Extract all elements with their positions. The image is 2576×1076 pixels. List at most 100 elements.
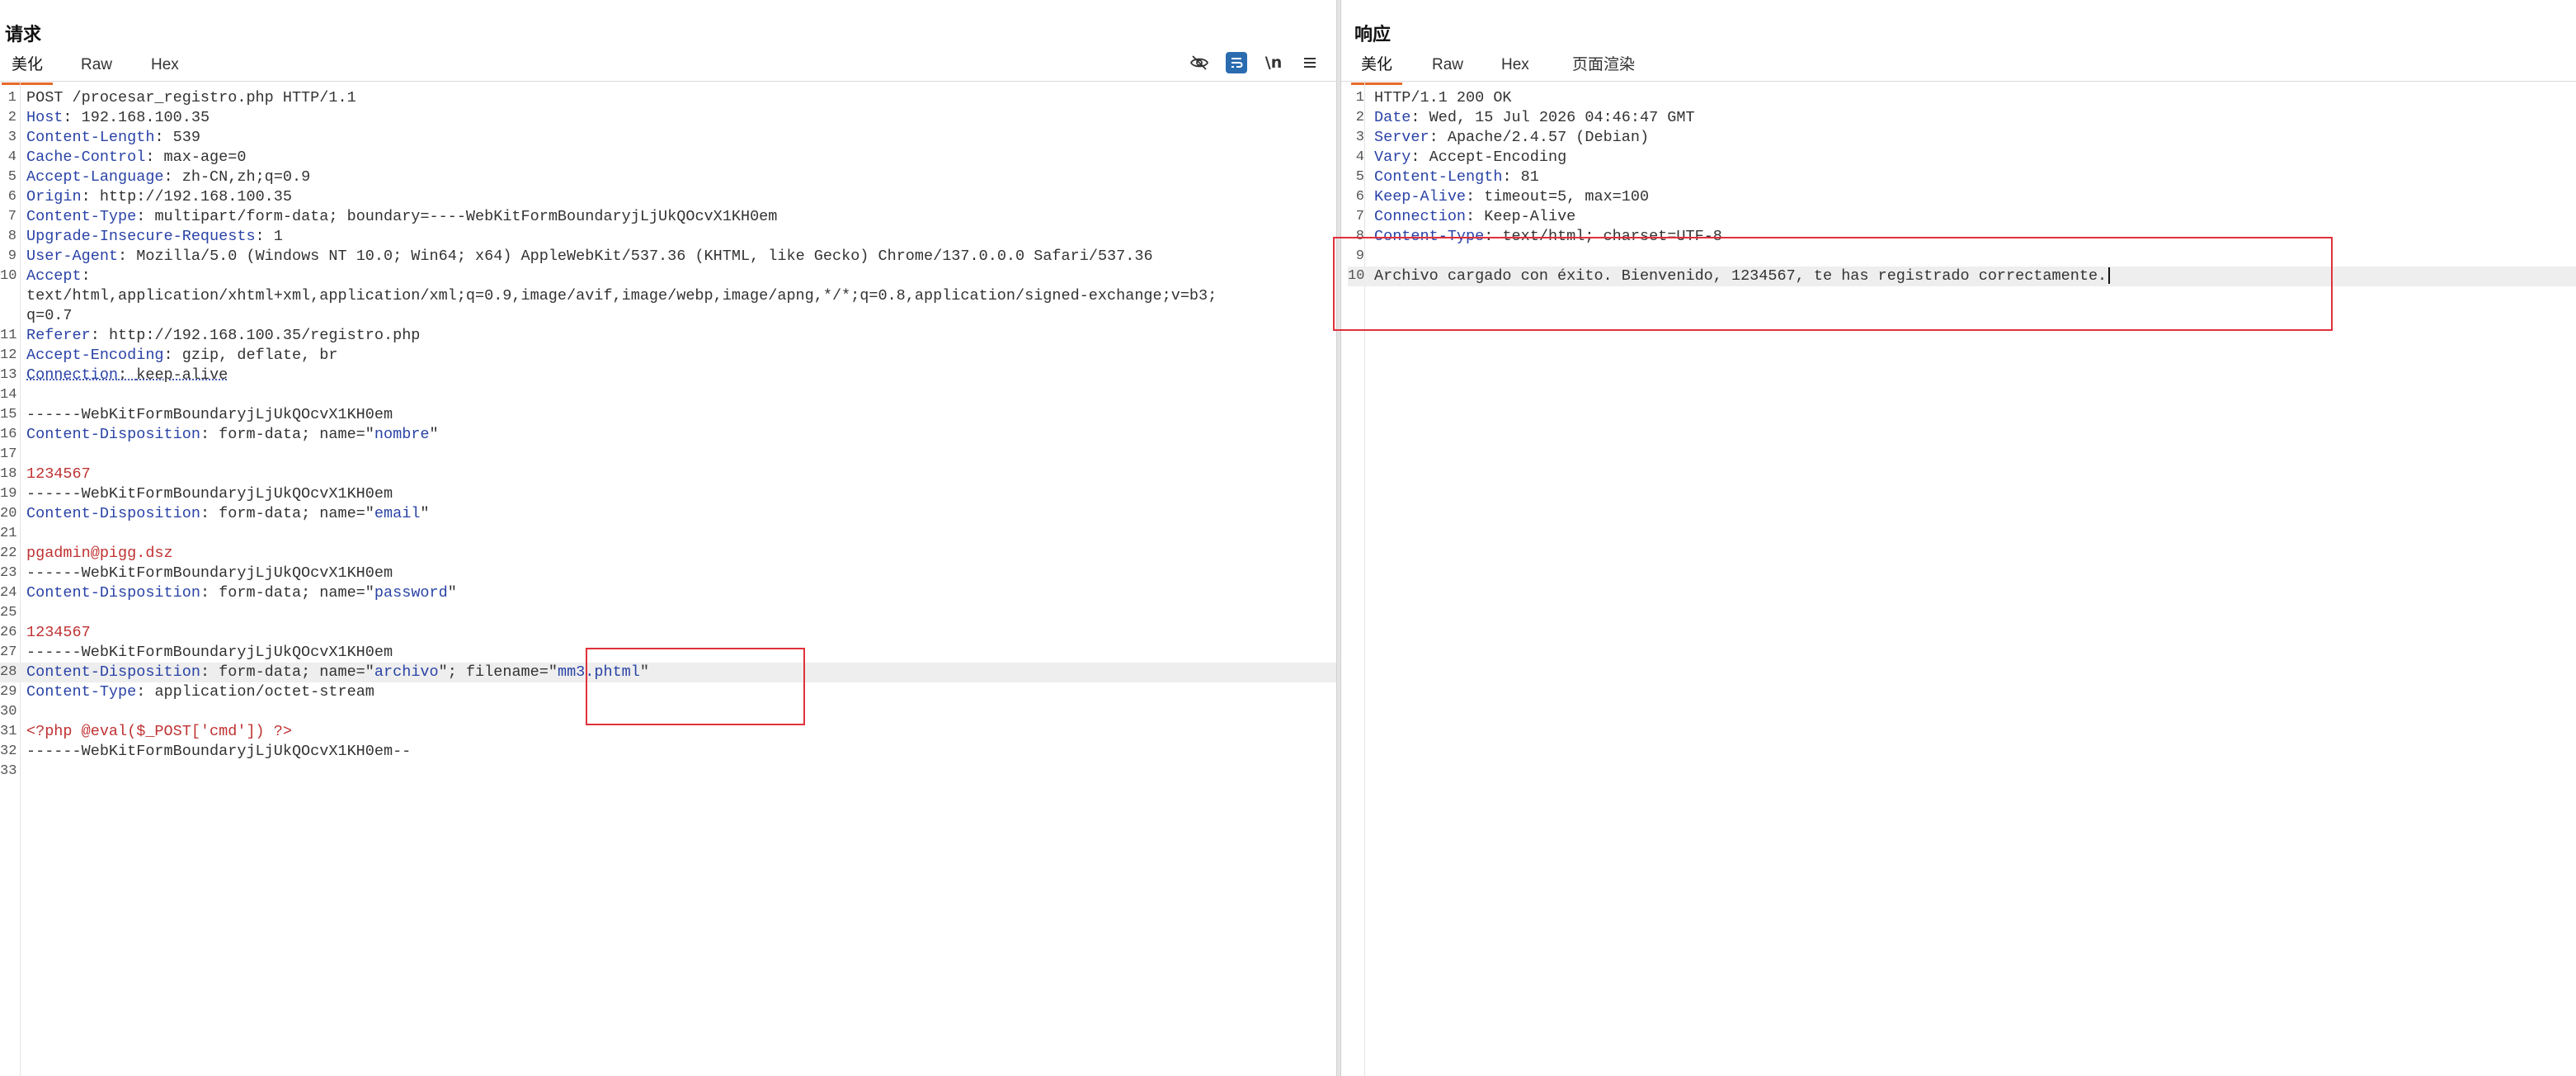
line-number: 20 [0,506,17,521]
request-line: 23 ------WebKitFormBoundaryjLjUkQOcvX1KH0… [0,564,1336,583]
line-number: 33 [0,763,17,779]
header-name: Content-Disposition [26,584,200,602]
header-name: Content-Type [26,683,137,701]
header-name: Accept-Encoding [26,347,164,364]
response-tabs: 美化 Raw Hex 页面渲染 [1341,51,2576,85]
header-name: Connection [1374,208,1467,225]
line-text: 1234567 [26,623,91,643]
request-line: q=0.7 [0,306,1336,326]
line-number: 6 [1355,189,1364,205]
header-value: Apache/2.4.57 (Debian) [1447,129,1650,146]
request-line: 17 [0,445,1336,465]
line-number: 1 [1355,90,1364,106]
line-text: Connection: keep-alive [26,366,228,384]
line-text: ------WebKitFormBoundaryjLjUkQOcvX1KH0em [26,564,393,583]
header-value: Wed, 15 Jul 2026 04:46:47 GMT [1429,109,1695,126]
header-name: Server [1374,129,1429,146]
line-text: 1234567 [26,465,91,484]
request-tab-pretty[interactable]: 美化 [2,54,54,85]
response-tab-render[interactable]: 页面渲染 [1562,54,1645,83]
line-number: 28 [0,664,17,680]
request-line: 4 Cache-Control: max-age=0 [0,148,1336,168]
plain-text: ------WebKitFormBoundaryjLjUkQOcvX1KH0em [26,564,393,582]
field-name: archivo [374,663,439,681]
line-text: Accept-Encoding: gzip, deflate, br [26,347,338,364]
line-text: Content-Disposition: form-data; name="pa… [26,584,457,602]
line-text: Content-Length: 81 [1374,168,1539,186]
line-number: 4 [7,149,16,165]
filename-highlight-box [586,648,805,725]
header-value: Mozilla/5.0 (Windows NT 10.0; Win64; x64… [136,248,1153,265]
menu-icon[interactable] [1298,51,1321,74]
response-editor[interactable]: 1 HTTP/1.1 200 OK 2 Date: Wed, 15 Jul 2026 … [1341,82,2576,1076]
plain-text: HTTP/1.1 200 OK [1374,89,1512,106]
request-line: 25 [0,603,1336,623]
line-number: 29 [0,684,17,700]
plain-text: POST /procesar_registro.php HTTP/1.1 [26,89,356,106]
request-tabs: 美化 Raw Hex [0,51,1336,85]
request-tab-raw[interactable]: Raw [71,54,122,83]
request-line: 24 Content-Disposition: form-data; name="… [0,583,1336,603]
line-number: 24 [0,585,17,601]
header-name: Vary [1374,149,1411,166]
header-name: Connection [26,366,119,384]
header-value: http://192.168.100.35 [99,188,292,205]
response-line: 3 Server: Apache/2.4.57 (Debian) [1348,128,2576,148]
body-value: 1234567 [26,624,91,641]
line-text: Upgrade-Insecure-Requests: 1 [26,228,283,245]
plain-text: ------WebKitFormBoundaryjLjUkQOcvX1KH0em [26,406,393,423]
request-line: 15 ------WebKitFormBoundaryjLjUkQOcvX1KH0… [0,405,1336,425]
header-value: 1 [273,228,283,245]
request-editor[interactable]: 1 POST /procesar_registro.php HTTP/1.1 2 Ho… [0,82,1336,1076]
header-name: Accept-Language [26,168,164,186]
line-text: ------WebKitFormBoundaryjLjUkQOcvX1KH0em… [26,742,411,762]
eye-slash-icon[interactable] [1188,51,1211,74]
line-number: 2 [1355,110,1364,125]
header-value: form-data; name= [219,584,365,602]
header-name: Content-Disposition [26,426,200,443]
request-line: 33 [0,762,1336,781]
response-tab-pretty[interactable]: 美化 [1351,54,1403,85]
request-line: 7 Content-Type: multipart/form-data; boun… [0,207,1336,227]
line-text: Content-Type: multipart/form-data; bound… [26,208,778,225]
header-value: http://192.168.100.35/registro.php [108,327,421,344]
header-name: Accept [26,267,82,285]
header-value: timeout=5, max=100 [1484,188,1650,205]
header-name: Content-Disposition [26,505,200,522]
request-tab-hex[interactable]: Hex [141,54,189,83]
header-value: zh-CN,zh;q=0.9 [181,168,311,186]
line-number: 26 [0,625,17,640]
line-number: 16 [0,427,17,442]
line-number: 8 [7,229,16,244]
response-line: 7 Connection: Keep-Alive [1348,207,2576,227]
request-line: 14 [0,385,1336,405]
header-value: 539 [172,129,200,146]
line-text: pgadmin@pigg.dsz [26,544,173,564]
response-line: 2 Date: Wed, 15 Jul 2026 04:46:47 GMT [1348,108,2576,128]
header-name: Date [1374,109,1411,126]
request-line: 16 Content-Disposition: form-data; name="… [0,425,1336,445]
response-tab-hex[interactable]: Hex [1491,54,1539,83]
request-title: 请求 [5,24,42,45]
line-number: 10 [0,268,17,284]
response-tab-raw[interactable]: Raw [1422,54,1473,83]
plain-text: ------WebKitFormBoundaryjLjUkQOcvX1KH0em… [26,743,412,760]
line-text: Accept-Language: zh-CN,zh;q=0.9 [26,168,311,186]
line-text: Server: Apache/2.4.57 (Debian) [1374,129,1650,146]
line-number: 4 [1355,149,1364,165]
request-line: 21 [0,524,1336,544]
line-number: 5 [1355,169,1364,185]
line-number: 25 [0,605,17,621]
line-number: 32 [0,743,17,759]
line-text: Keep-Alive: timeout=5, max=100 [1374,188,1650,205]
request-line: 3 Content-Length: 539 [0,128,1336,148]
header-name: Referer [26,327,91,344]
line-number: 3 [7,130,16,145]
line-number: 30 [0,704,17,720]
wrap-icon[interactable] [1226,52,1247,73]
newline-icon[interactable]: \n [1262,51,1285,74]
line-text: Content-Type: application/octet-stream [26,683,374,701]
line-text: Referer: http://192.168.100.35/registro.… [26,327,421,344]
line-number: 11 [0,328,17,343]
line-text: Accept: [26,267,100,285]
